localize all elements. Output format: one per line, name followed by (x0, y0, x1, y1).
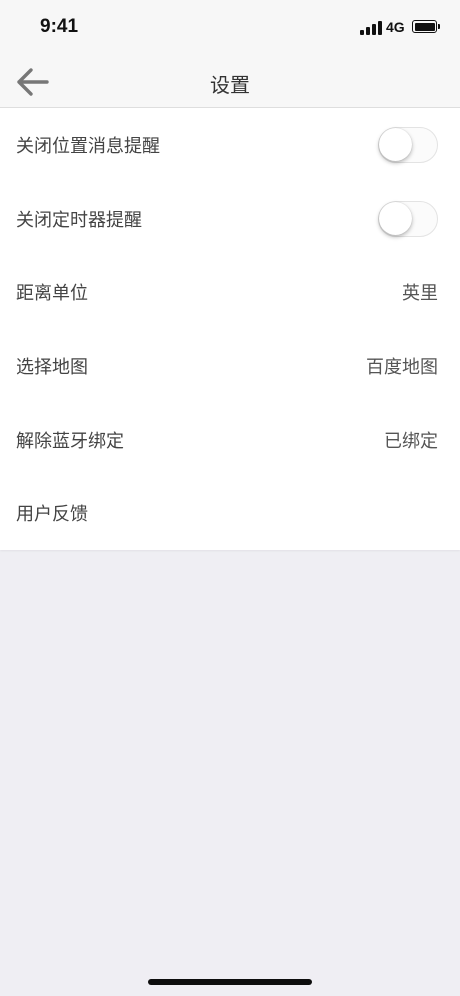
settings-screen: 9:41 4G 设置 关闭位置消息提醒 关闭定时器提醒 距离单位 英里 选择地图… (0, 0, 460, 996)
network-type: 4G (386, 19, 405, 35)
toggle-knob (379, 201, 412, 235)
setting-label: 解除蓝牙绑定 (16, 430, 124, 452)
setting-value: 英里 (402, 283, 438, 305)
location-alert-toggle[interactable] (378, 126, 438, 163)
toggle-knob (379, 127, 412, 161)
signal-strength-icon (360, 21, 382, 35)
home-indicator[interactable] (148, 979, 312, 985)
battery-icon (412, 20, 440, 33)
setting-label: 距离单位 (16, 283, 88, 305)
timer-alert-setting: 关闭定时器提醒 (0, 182, 460, 256)
user-feedback-row[interactable]: 用户反馈 (0, 476, 460, 550)
setting-label: 关闭位置消息提醒 (16, 135, 160, 157)
page-title: 设置 (210, 73, 250, 97)
status-bar: 9:41 4G (0, 0, 460, 56)
bluetooth-unbind-row[interactable]: 解除蓝牙绑定 已绑定 (0, 403, 460, 477)
setting-label: 关闭定时器提醒 (16, 209, 142, 231)
settings-list: 关闭位置消息提醒 关闭定时器提醒 距离单位 英里 选择地图 百度地图 解除蓝牙绑… (0, 108, 460, 551)
distance-unit-row[interactable]: 距离单位 英里 (0, 255, 460, 329)
setting-label: 用户反馈 (16, 504, 88, 526)
status-time: 9:41 (40, 16, 79, 37)
navigation-bar: 设置 (0, 56, 460, 108)
map-choice-row[interactable]: 选择地图 百度地图 (0, 329, 460, 403)
setting-value: 百度地图 (366, 356, 438, 378)
timer-alert-toggle[interactable] (378, 200, 438, 237)
setting-label: 选择地图 (16, 356, 88, 378)
setting-value: 已绑定 (384, 430, 438, 452)
location-alert-setting: 关闭位置消息提醒 (0, 108, 460, 182)
